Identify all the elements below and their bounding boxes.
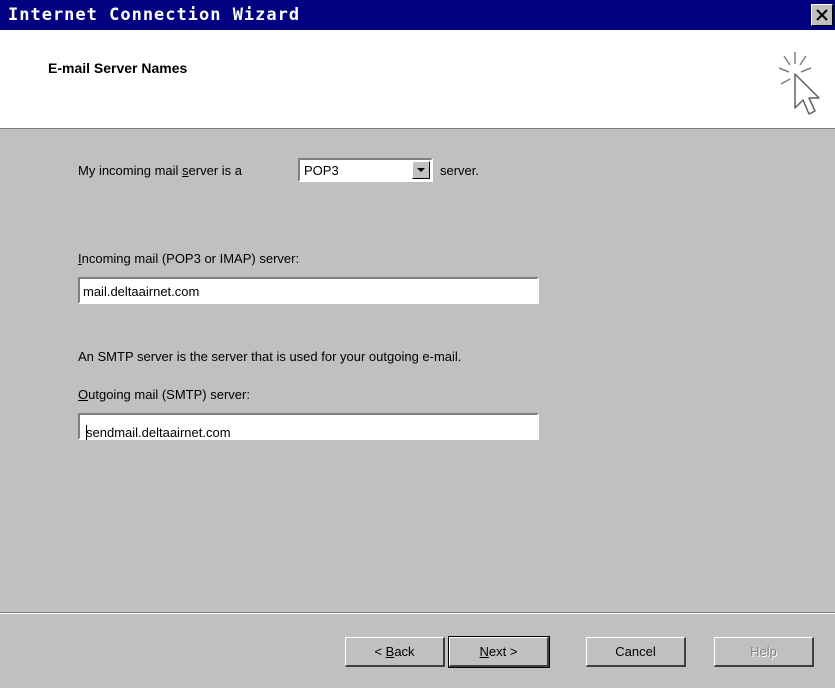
dropdown-button[interactable] (412, 161, 430, 179)
outgoing-server-value: sendmail.deltaairnet.com (86, 425, 231, 440)
outgoing-server-access-key: O (78, 387, 89, 402)
incoming-type-label-mid: erver is a (188, 163, 242, 178)
close-icon (816, 9, 828, 21)
incoming-server-label-rest: ncoming mail (POP3 or IMAP) server: (81, 251, 300, 266)
text-caret (86, 425, 87, 440)
next-button[interactable]: Next > (448, 636, 550, 668)
next-access-key: N (479, 644, 489, 659)
back-label-rest: ack (394, 644, 415, 659)
back-prefix: < (374, 644, 386, 659)
footer-separator (0, 612, 835, 614)
incoming-type-label-prefix: My incoming mail (78, 163, 183, 178)
incoming-server-input[interactable]: mail.deltaairnet.com (78, 277, 539, 304)
help-button: Help (714, 637, 814, 667)
outgoing-server-label: Outgoing mail (SMTP) server: (78, 387, 250, 402)
cancel-button[interactable]: Cancel (586, 637, 686, 667)
chevron-down-icon (417, 168, 425, 172)
incoming-server-type-select[interactable]: POP3 (298, 158, 433, 182)
incoming-server-value: mail.deltaairnet.com (83, 284, 200, 299)
incoming-type-suffix: server. (440, 163, 480, 178)
close-button[interactable] (811, 4, 833, 26)
smtp-description: An SMTP server is the server that is use… (78, 349, 462, 364)
incoming-type-label: My incoming mail server is a (78, 163, 242, 178)
outgoing-server-label-rest: utgoing mail (SMTP) server: (88, 387, 250, 402)
outgoing-server-input[interactable]: sendmail.deltaairnet.com (78, 413, 539, 440)
title-bar[interactable]: Internet Connection Wizard (0, 0, 835, 30)
page-title: E-mail Server Names (48, 60, 188, 76)
back-button[interactable]: < Back (345, 637, 445, 667)
incoming-server-label: Incoming mail (POP3 or IMAP) server: (78, 251, 299, 266)
wizard-header: E-mail Server Names (0, 30, 835, 129)
window-title: Internet Connection Wizard (8, 5, 301, 25)
wizard-cursor-icon (778, 52, 820, 115)
next-label-rest: ext > (488, 644, 518, 659)
incoming-server-type-value: POP3 (304, 163, 339, 178)
